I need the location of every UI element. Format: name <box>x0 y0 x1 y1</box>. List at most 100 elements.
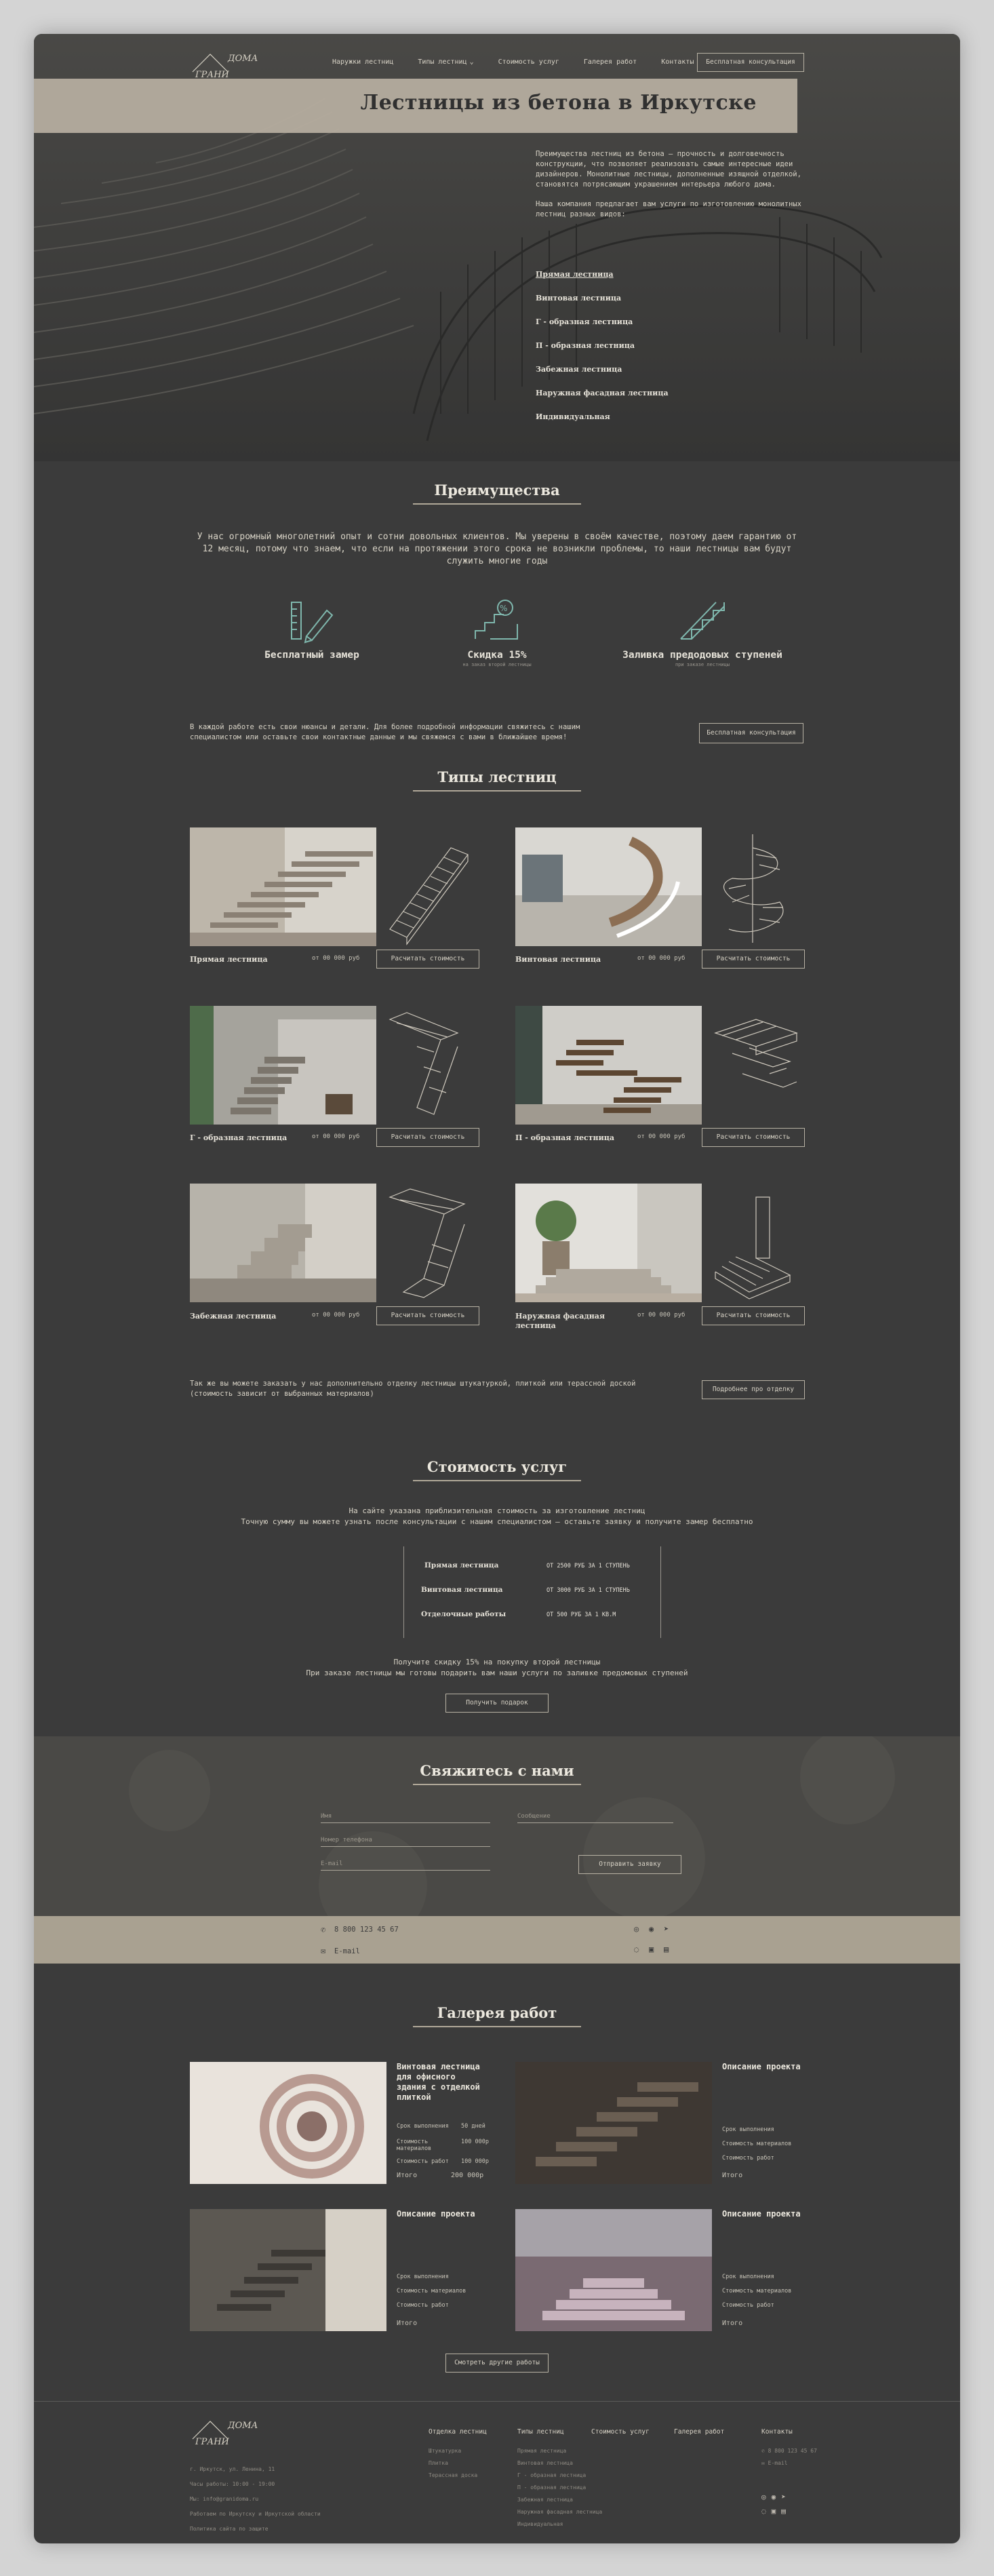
calculate-button[interactable]: Расчитать стоимость <box>702 1306 805 1325</box>
more-works-button[interactable]: Смотреть другие работы <box>445 2354 549 2373</box>
footer-link[interactable]: Прямая лестница <box>517 2448 602 2460</box>
contact-phone[interactable]: 8 800 123 45 67 <box>334 1926 399 1934</box>
logo[interactable]: ГРАНИ ДОМА <box>190 47 258 83</box>
finishing-details-button[interactable]: Подробнее про отделку <box>702 1380 805 1399</box>
gallery-photo <box>190 2209 386 2331</box>
hero-paragraph-2: Наша компания предлагает вам услуги по и… <box>536 200 801 218</box>
footer-phone-text: 8 800 123 45 67 <box>768 2448 817 2454</box>
footer-link[interactable]: Забежная лестница <box>517 2497 602 2509</box>
instagram-icon[interactable]: ▣ <box>772 2507 782 2516</box>
contact-title: Свяжитесь с нами <box>420 1762 574 1779</box>
nav-item-types[interactable]: Типы лестниц ⌄ <box>418 58 473 66</box>
hero-type-link[interactable]: Наружная фасадная лестница <box>536 389 669 412</box>
footer-link[interactable]: Терассная доска <box>429 2472 487 2484</box>
footer-hours: Часы работы: 10:00 - 19:00 <box>190 2481 275 2487</box>
advantage-title: Заливка предодовых ступеней <box>622 650 782 661</box>
gallery-total-label: Итого <box>722 2172 743 2179</box>
hero-type-link[interactable]: Г - образная лестница <box>536 317 669 341</box>
pricing-intro: На сайте указана приблизительная стоимос… <box>156 1506 838 1527</box>
footer-phone[interactable]: ✆ 8 800 123 45 67 <box>761 2448 817 2460</box>
nav-item-contacts[interactable]: Контакты <box>661 58 694 66</box>
telegram-icon[interactable]: ➤ <box>781 2493 791 2501</box>
footer-link[interactable]: Г - образная лестница <box>517 2472 602 2484</box>
ok-icon[interactable]: ▤ <box>664 1945 669 1954</box>
stair-sketch <box>389 1012 459 1115</box>
footer-link[interactable]: Плитка <box>429 2460 487 2472</box>
phone-field[interactable]: Номер телефона <box>321 1837 490 1847</box>
discount-stairs-icon: % <box>475 600 518 640</box>
hero-type-link[interactable]: П - образная лестница <box>536 341 669 365</box>
vk-icon[interactable]: ◎ <box>634 1924 639 1934</box>
footer-email[interactable]: ✉ E-mail <box>761 2460 817 2472</box>
stair-type-name: Г - образная лестница <box>190 1133 287 1142</box>
gallery-term-value: 50 дней <box>461 2123 485 2130</box>
gallery-total-label: Итого <box>397 2320 418 2327</box>
pricing-title: Стоимость услуг <box>426 1458 568 1475</box>
consultation-button[interactable]: Бесплатная консультация <box>699 723 803 743</box>
phone-icon: ✆ <box>321 1925 326 1934</box>
calculate-button[interactable]: Расчитать стоимость <box>376 1306 479 1325</box>
types-title: Типы лестниц <box>437 768 557 785</box>
pricing-promo: Получите скидку 15% на покупку второй ле… <box>156 1657 838 1679</box>
calculate-button[interactable]: Расчитать стоимость <box>702 1128 805 1147</box>
footer-link[interactable]: Штукатурка <box>429 2448 487 2460</box>
footer-link[interactable]: Индивидуальная <box>517 2521 602 2533</box>
vk-icon[interactable]: ◎ <box>761 2493 772 2501</box>
nav-links: Наружки лестниц Типы лестниц ⌄ Стоимость … <box>332 58 718 66</box>
footer-link[interactable]: Наружная фасадная лестница <box>517 2509 602 2521</box>
hero-type-link[interactable]: Индивидуальная <box>536 412 669 436</box>
price-table: Прямая лестница ОТ 2500 РУБ ЗА 1 СТУПЕНЬ… <box>403 1546 661 1638</box>
hero-type-link[interactable]: Винтовая лестница <box>536 294 669 317</box>
submit-request-button[interactable]: Отправить заявку <box>578 1855 681 1874</box>
ok-icon[interactable]: ▤ <box>781 2507 791 2516</box>
hero-type-link[interactable]: Прямая лестница <box>536 270 669 294</box>
calculate-button[interactable]: Расчитать стоимость <box>376 950 479 969</box>
consultation-button-header[interactable]: Бесплатная консультация <box>697 53 804 72</box>
hero-title-band: Лестницы из бетона в Иркутске <box>34 79 797 133</box>
whatsapp-icon[interactable]: ◉ <box>772 2493 782 2501</box>
advantage-item: Заливка предодовых ступеней при заказе л… <box>601 597 804 667</box>
telegram-icon[interactable]: ➤ <box>664 1924 669 1934</box>
contact-email[interactable]: E-mail <box>334 1947 360 1955</box>
footer-email-text: E-mail <box>768 2460 788 2466</box>
nav-item-gallery[interactable]: Галерея работ <box>584 58 637 66</box>
footer-col-gallery: Галерея работ <box>674 2428 724 2448</box>
nav-item-finishing[interactable]: Наружки лестниц <box>332 58 393 66</box>
nav-item-pricing[interactable]: Стоимость услуг <box>498 58 559 66</box>
gallery-work-value: 100 000р <box>461 2158 489 2165</box>
viber-icon[interactable]: ◌ <box>634 1945 639 1954</box>
footer-col-heading[interactable]: Стоимость услуг <box>591 2428 650 2436</box>
get-gift-button[interactable]: Получить подарок <box>445 1694 549 1713</box>
gallery-materials-value: 100 000р <box>461 2139 489 2145</box>
email-field[interactable]: E-mail <box>321 1860 490 1871</box>
footer-link[interactable]: Винтовая лестница <box>517 2460 602 2472</box>
gallery-term-label: Срок выполнения <box>722 2273 774 2280</box>
name-field[interactable]: Имя <box>321 1813 490 1823</box>
footer-mail[interactable]: Мы: info@granidoma.ru <box>190 2492 321 2507</box>
footer-logo[interactable]: ГРАНИ ДОМА <box>190 2415 258 2450</box>
footer-col-heading[interactable]: Отделка лестниц <box>429 2428 487 2436</box>
footer-col-finishing: Отделка лестниц Штукатурка Плитка Терасс… <box>429 2428 487 2484</box>
hero-type-link[interactable]: Забежная лестница <box>536 365 669 389</box>
pricing-promo-line: Получите скидку 15% на покупку второй ле… <box>393 1658 601 1666</box>
whatsapp-icon[interactable]: ◉ <box>649 1924 654 1934</box>
message-field[interactable]: Сообщение <box>517 1813 673 1823</box>
footer-col-heading[interactable]: Контакты <box>761 2428 817 2436</box>
stair-photo <box>515 827 702 946</box>
calculate-button[interactable]: Расчитать стоимость <box>376 1128 479 1147</box>
instagram-icon[interactable]: ▣ <box>649 1945 654 1954</box>
stair-photo <box>190 827 376 946</box>
stair-type-name: Винтовая лестница <box>515 955 601 964</box>
gallery-item-title: Описание проекта <box>397 2209 475 2219</box>
footer-col-heading[interactable]: Типы лестниц <box>517 2428 602 2436</box>
hero-paragraph-1: Преимущества лестниц из бетона – прочнос… <box>536 150 801 189</box>
calculate-button[interactable]: Расчитать стоимость <box>702 950 805 969</box>
svg-text:ДОМА: ДОМА <box>227 54 258 64</box>
mail-icon: ✉ <box>761 2460 768 2466</box>
ruler-pencil-icon <box>291 602 334 644</box>
footer-policy[interactable]: Политика сайта по защите <box>190 2522 321 2537</box>
advantages-underline <box>413 503 581 505</box>
footer-link[interactable]: П - образная лестница <box>517 2484 602 2497</box>
viber-icon[interactable]: ◌ <box>761 2507 772 2516</box>
footer-col-heading[interactable]: Галерея работ <box>674 2428 724 2436</box>
